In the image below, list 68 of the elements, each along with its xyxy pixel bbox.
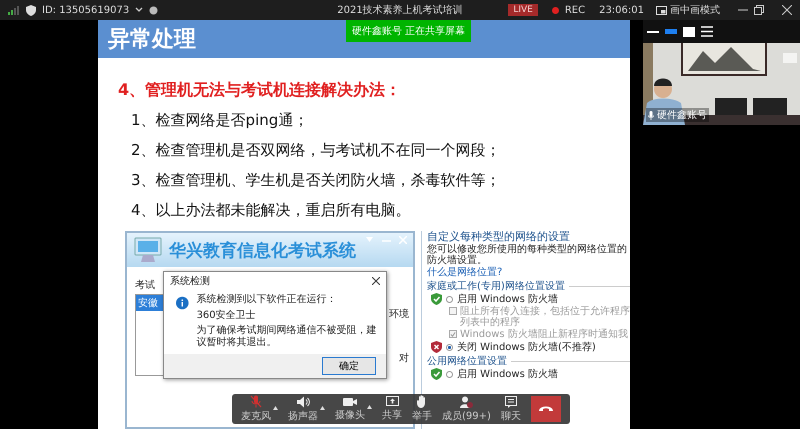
record-dot-icon: [552, 6, 559, 14]
participant-name: 硬件鑫账号: [657, 108, 707, 122]
phone-icon: [538, 405, 554, 413]
radio-button[interactable]: [446, 344, 453, 351]
chevron-down-icon[interactable]: [135, 7, 144, 13]
slide-list-item: 1、检查网络是否ping通；: [131, 111, 310, 130]
meeting-timer: 23:06:01: [599, 4, 644, 16]
slide-title: 异常处理: [108, 26, 196, 54]
meeting-id: ID: 13505619073: [42, 4, 130, 16]
pip-mode-button[interactable]: 画中画模式: [656, 3, 720, 17]
radio-button[interactable]: [446, 370, 453, 378]
help-link[interactable]: 什么是网络位置?: [427, 267, 502, 278]
panel-title: 自定义每种类型的网络的设置: [427, 231, 571, 244]
speaker-button[interactable]: 扬声器: [288, 396, 318, 422]
mic-button[interactable]: 麦克风: [241, 395, 271, 423]
speaker-icon: [296, 396, 310, 408]
square-icon[interactable]: [683, 26, 695, 36]
pip-icon: [656, 6, 667, 14]
rec-label: REC: [564, 4, 586, 16]
section-heading: 家庭或工作(专用)网络位置设置: [427, 281, 565, 292]
dialog-message: 系统检测到以下软件正在运行：: [196, 294, 338, 306]
menu-icon[interactable]: [701, 26, 713, 37]
meeting-title: 2021技术素养上机考试培训: [337, 4, 463, 17]
window-text: 对: [399, 352, 409, 365]
members-button[interactable]: 成员(99+): [442, 396, 491, 422]
slide-list-item: 2、检查管理机是否双网络，与考试机不在同一个网段；: [131, 141, 502, 160]
dialog-title: 系统检测: [170, 274, 210, 288]
chat-button[interactable]: 聊天: [500, 396, 521, 422]
window-title: 华兴教育信息化考试系统: [169, 240, 356, 262]
caret-icon[interactable]: [367, 404, 372, 408]
field-label: 考试: [135, 280, 155, 291]
dialog-message: 为了确保考试期间网络通信不被受阻，建议暂时将其退出。: [196, 325, 378, 348]
slide-heading: 4、管理机无法与考试机连接解决办法：: [118, 80, 402, 101]
radio-button[interactable]: [446, 296, 453, 303]
camera-button[interactable]: 摄像头: [335, 396, 365, 422]
checkbox-label: Windows 防火墙阻止新程序时通知我: [460, 329, 628, 340]
screen-share-banner: 硬件鑫账号 正在共享屏幕: [346, 20, 472, 42]
radio-label: 启用 Windows 防火墙: [457, 294, 558, 305]
window-text: 环境: [389, 308, 409, 321]
microphone-icon: [648, 110, 654, 120]
share-screen-icon: [386, 396, 398, 407]
dialog-message: 360安全卫士: [196, 310, 257, 321]
info-icon: [176, 294, 189, 312]
camera-icon: [343, 396, 357, 406]
monitor-icon: [133, 237, 163, 263]
close-icon[interactable]: [372, 277, 380, 285]
checkbox-label: 阻止所有传入连接，包括位于允许程序列表中的程序: [460, 306, 630, 328]
ok-button[interactable]: 确定: [322, 357, 376, 375]
muted-microphone-icon: [250, 395, 262, 408]
slide-list-item: 4、以上办法都未能解决，重启所有电脑。: [131, 201, 412, 220]
radio-label: 启用 Windows 防火墙: [457, 368, 558, 380]
shield-icon[interactable]: [26, 4, 36, 16]
dash-icon[interactable]: [647, 30, 659, 34]
members-icon: [460, 396, 473, 408]
signal-icon: [8, 5, 20, 15]
panel-description: 您可以修改您所使用的每种类型的网络位置的防火墙设置。: [427, 244, 628, 266]
share-button[interactable]: 共享: [382, 396, 402, 422]
section-heading: 公用网络位置设置: [427, 356, 507, 368]
hand-button[interactable]: 举手: [412, 395, 432, 423]
restore-icon[interactable]: [754, 5, 764, 15]
radio-label: 关闭 Windows 防火墙(不推荐): [457, 342, 596, 353]
end-call-button[interactable]: [530, 396, 561, 422]
caret-icon[interactable]: [320, 406, 325, 410]
slide-list-item: 3、检查管理机、学生机是否关闭防火墙，杀毒软件等；: [131, 171, 502, 190]
hand-icon: [416, 395, 428, 408]
live-badge: LIVE: [508, 4, 538, 16]
chat-icon: [504, 396, 517, 408]
caret-icon[interactable]: [273, 406, 278, 410]
